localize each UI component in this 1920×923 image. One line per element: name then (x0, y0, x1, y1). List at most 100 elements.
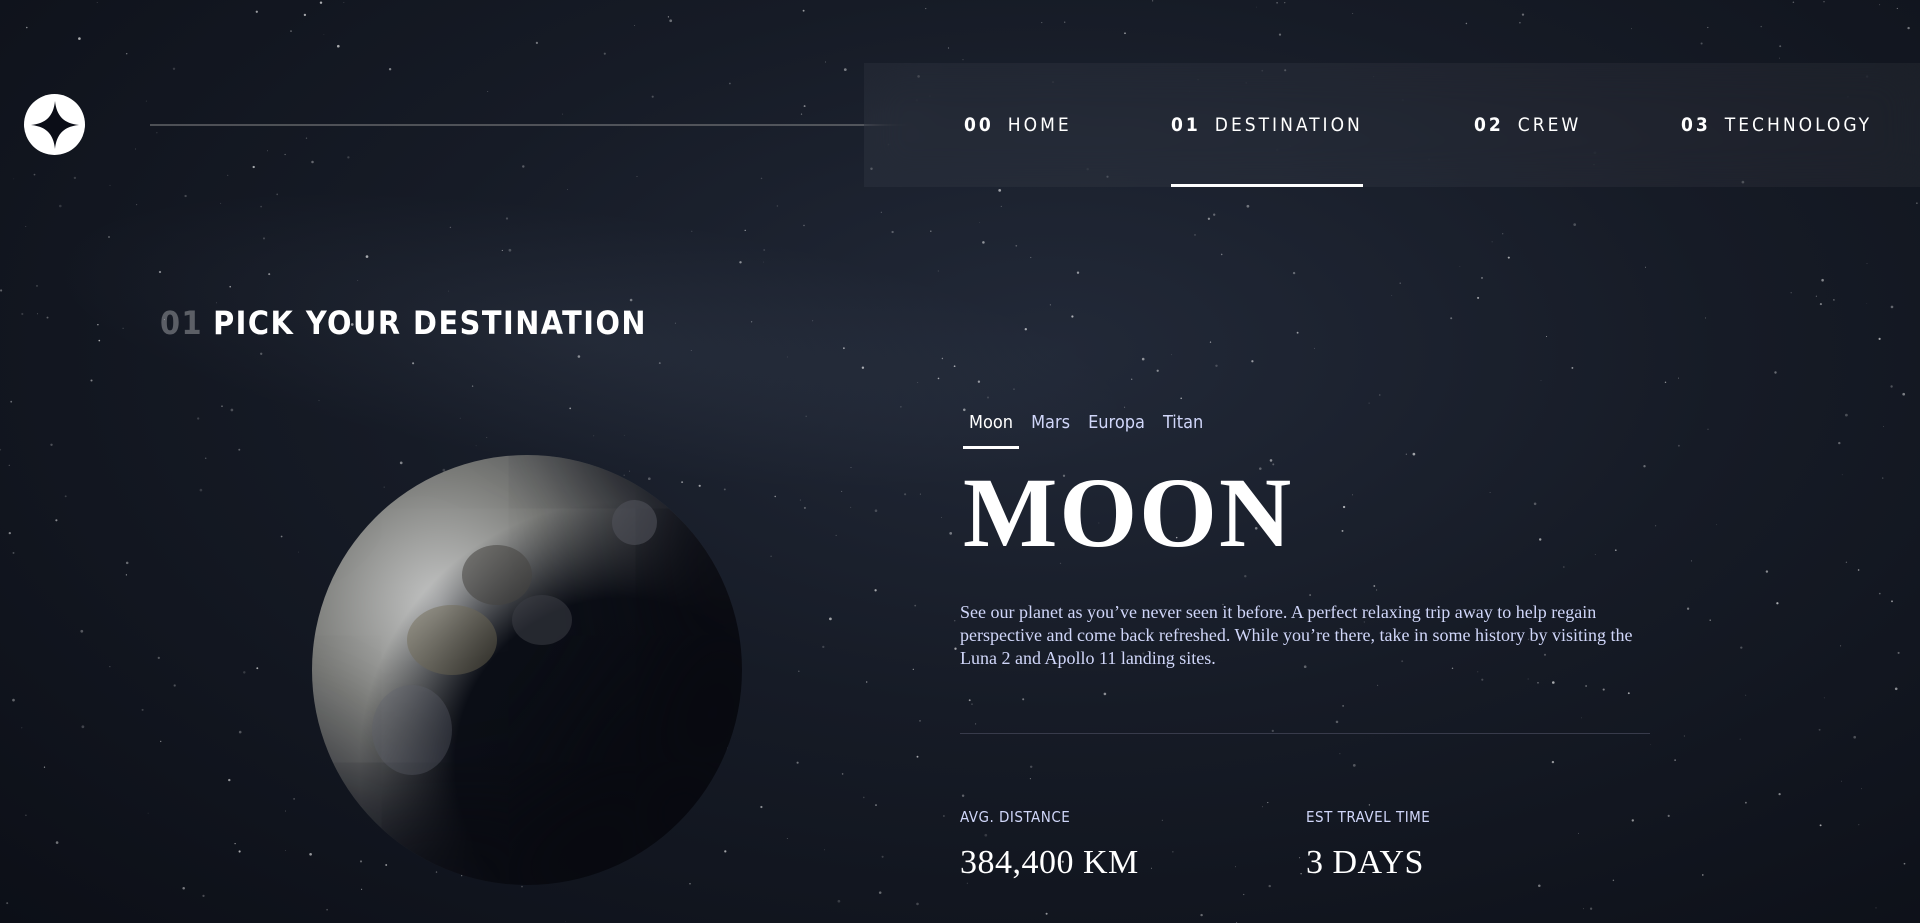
star-dot (961, 794, 965, 797)
star-dot (878, 891, 882, 894)
star-dot (1612, 879, 1615, 882)
star-dot (1256, 6, 1257, 8)
star-dot (1845, 561, 1848, 563)
star-dot (1292, 271, 1296, 275)
star-dot (1194, 234, 1196, 236)
star-dot (824, 849, 826, 851)
star-dot (1405, 453, 1407, 455)
star-dot (21, 312, 24, 316)
star-dot (25, 814, 27, 817)
star-dot (461, 875, 463, 877)
star-dot (1745, 801, 1747, 804)
star-dot (874, 509, 878, 512)
star-dot (1172, 851, 1174, 853)
star-dot (966, 882, 968, 884)
tab-titan[interactable]: Titan (1157, 406, 1209, 449)
star-dot (197, 417, 200, 420)
star-dot (1879, 4, 1881, 6)
star-dot (763, 261, 764, 263)
nav-technology[interactable]: 03 TECHNOLOGY (1681, 63, 1872, 187)
star-dot (43, 766, 46, 768)
star-dot (1645, 266, 1646, 268)
star-dot (1845, 413, 1848, 417)
header-divider-line (150, 124, 918, 126)
star-dot (1551, 760, 1555, 764)
star-dot (1716, 524, 1718, 526)
star-dot (305, 137, 308, 139)
star-dot (1377, 684, 1379, 686)
star-dot (1838, 441, 1841, 445)
star-dot (937, 270, 939, 272)
tab-europa[interactable]: Europa (1082, 406, 1151, 449)
star-dot (1883, 426, 1885, 427)
star-dot (1700, 42, 1703, 45)
star-dot (979, 222, 981, 223)
star-dot (968, 699, 971, 702)
star-dot (290, 30, 292, 32)
star-dot (1076, 271, 1080, 274)
star-dot (1614, 549, 1617, 552)
star-dot (954, 647, 957, 650)
star-dot (674, 322, 676, 324)
star-dot (160, 740, 162, 743)
star-dot (122, 327, 124, 329)
tab-mars[interactable]: Mars (1025, 406, 1076, 449)
star-dot (385, 864, 388, 866)
star-dot (1022, 698, 1025, 701)
star-dot (1833, 299, 1835, 301)
star-dot (850, 467, 852, 468)
star-dot (1875, 907, 1877, 909)
star-dot (388, 67, 392, 71)
page-title-text: PICK YOUR DESTINATION (213, 304, 647, 342)
tab-moon[interactable]: Moon (963, 406, 1020, 449)
star-dot (238, 448, 241, 451)
star-dot (1702, 874, 1704, 876)
star-dot (1207, 217, 1211, 220)
star-dot (535, 41, 539, 45)
star-dot (971, 703, 973, 705)
star-dot (1244, 574, 1247, 578)
star-dot (172, 67, 176, 71)
star-dot (37, 313, 39, 315)
destination-tabs: Moon Mars Europa Titan (963, 406, 1215, 449)
nav-crew[interactable]: 02 CREW (1474, 63, 1581, 187)
star-dot (803, 105, 806, 108)
star-dot (962, 59, 964, 61)
star-dot (1341, 529, 1344, 532)
star-dot (1821, 278, 1824, 282)
star-dot (1527, 678, 1529, 680)
star-dot (1213, 213, 1216, 216)
star-dot (1352, 764, 1356, 767)
star-dot (562, 113, 563, 115)
star-dot (1391, 294, 1393, 296)
star-dot (1683, 735, 1686, 737)
star-dot (13, 178, 15, 180)
star-dot (937, 377, 940, 380)
star-dot (6, 902, 9, 905)
star-dot (229, 285, 231, 288)
star-dot (1538, 538, 1542, 541)
star-dot (1220, 253, 1223, 256)
star-dot (1823, 1, 1825, 3)
star-dot (881, 855, 884, 858)
star-dot (799, 499, 801, 501)
star-dot (739, 261, 742, 264)
nav-home[interactable]: 00 HOME (964, 63, 1072, 187)
star-dot (1779, 45, 1782, 48)
star-dot (1024, 328, 1027, 331)
star-dot (1907, 26, 1910, 30)
star-dot (309, 852, 312, 856)
star-dot (297, 551, 299, 553)
star-dot (471, 385, 474, 387)
star-dot (125, 561, 129, 565)
star-dot (925, 8, 927, 10)
star-dot (1903, 862, 1906, 865)
star-dot (984, 833, 988, 837)
nav-destination[interactable]: 01 DESTINATION (1171, 63, 1363, 187)
star-dot (760, 177, 763, 180)
star-dot (1890, 305, 1894, 309)
star-dot (1857, 569, 1860, 571)
star-dot (1313, 347, 1315, 349)
star-logo-icon[interactable] (24, 94, 85, 155)
star-dot (1412, 452, 1416, 456)
